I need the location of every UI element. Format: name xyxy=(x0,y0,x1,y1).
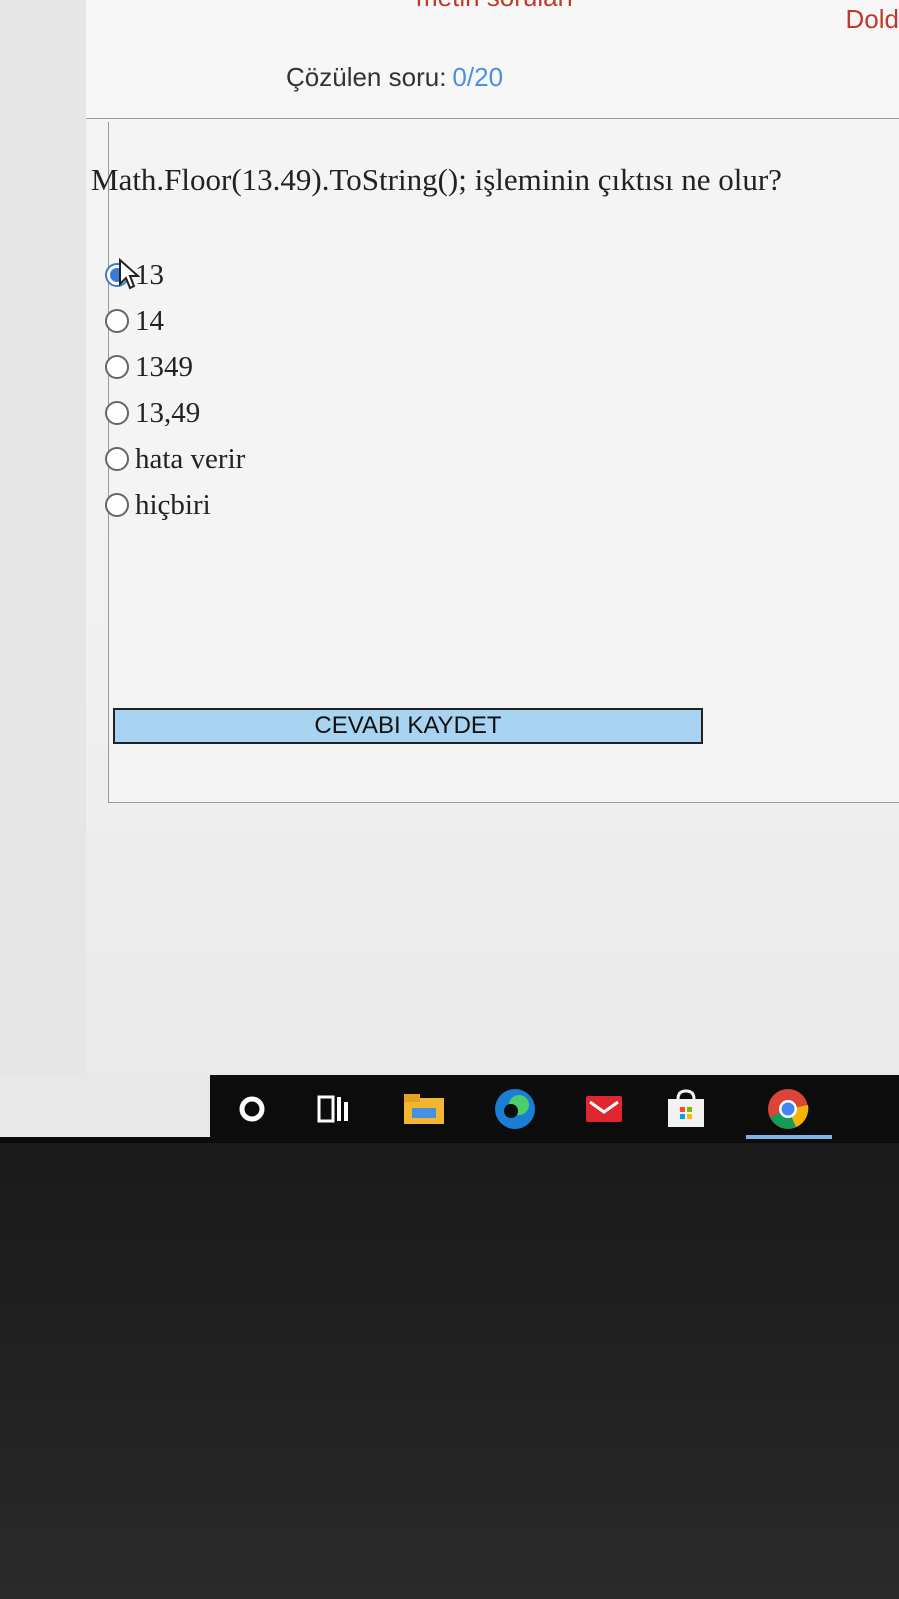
option-14[interactable]: 14 xyxy=(105,298,245,344)
radio-button[interactable] xyxy=(105,309,129,333)
answer-options: 13 14 1349 13,49 hata verir hiçbiri xyxy=(105,252,245,528)
file-explorer-icon[interactable] xyxy=(402,1087,446,1131)
left-margin xyxy=(0,0,86,1080)
radio-button[interactable] xyxy=(105,447,129,471)
radio-button[interactable] xyxy=(105,401,129,425)
option-label: 13,49 xyxy=(135,396,201,429)
quiz-subtitle: metin soruları xyxy=(416,0,574,13)
search-circle-icon[interactable] xyxy=(230,1087,274,1131)
laptop-bezel xyxy=(0,1143,899,1599)
option-hicbiri[interactable]: hiçbiri xyxy=(105,482,245,528)
question-text: Math.Floor(13.49).ToString(); işleminin … xyxy=(91,162,782,197)
save-answer-button[interactable]: CEVABI KAYDET xyxy=(113,708,703,744)
option-label: 14 xyxy=(135,304,164,337)
chrome-icon[interactable] xyxy=(766,1087,810,1131)
taskbar-search-area[interactable] xyxy=(0,1075,210,1137)
option-label: 1349 xyxy=(135,350,193,383)
task-view-icon[interactable] xyxy=(312,1087,356,1131)
radio-button[interactable] xyxy=(105,355,129,379)
solved-counter: Çözülen soru: 0/20 xyxy=(286,62,503,93)
browser-viewport: metin soruları Dold Çözülen soru:0/20 Ma… xyxy=(0,0,899,1100)
edge-icon[interactable] xyxy=(493,1087,537,1131)
store-icon[interactable] xyxy=(664,1087,708,1131)
right-status-label: Dold xyxy=(845,4,899,34)
solved-counter-value: 0/20 xyxy=(452,62,504,92)
option-1349[interactable]: 1349 xyxy=(105,344,245,390)
option-hata-verir[interactable]: hata verir xyxy=(105,436,245,482)
active-app-indicator xyxy=(746,1135,832,1139)
solved-counter-label: Çözülen soru: xyxy=(286,62,447,92)
question-panel: Math.Floor(13.49).ToString(); işleminin … xyxy=(91,122,899,803)
quiz-header: metin soruları Dold Çözülen soru:0/20 xyxy=(86,0,899,119)
mail-icon[interactable] xyxy=(582,1087,626,1131)
radio-button[interactable] xyxy=(105,493,129,517)
option-label: hiçbiri xyxy=(135,488,211,521)
mouse-pointer-icon xyxy=(119,258,140,290)
option-13-49[interactable]: 13,49 xyxy=(105,390,245,436)
option-label: hata verir xyxy=(135,442,246,475)
windows-taskbar xyxy=(0,1075,899,1143)
